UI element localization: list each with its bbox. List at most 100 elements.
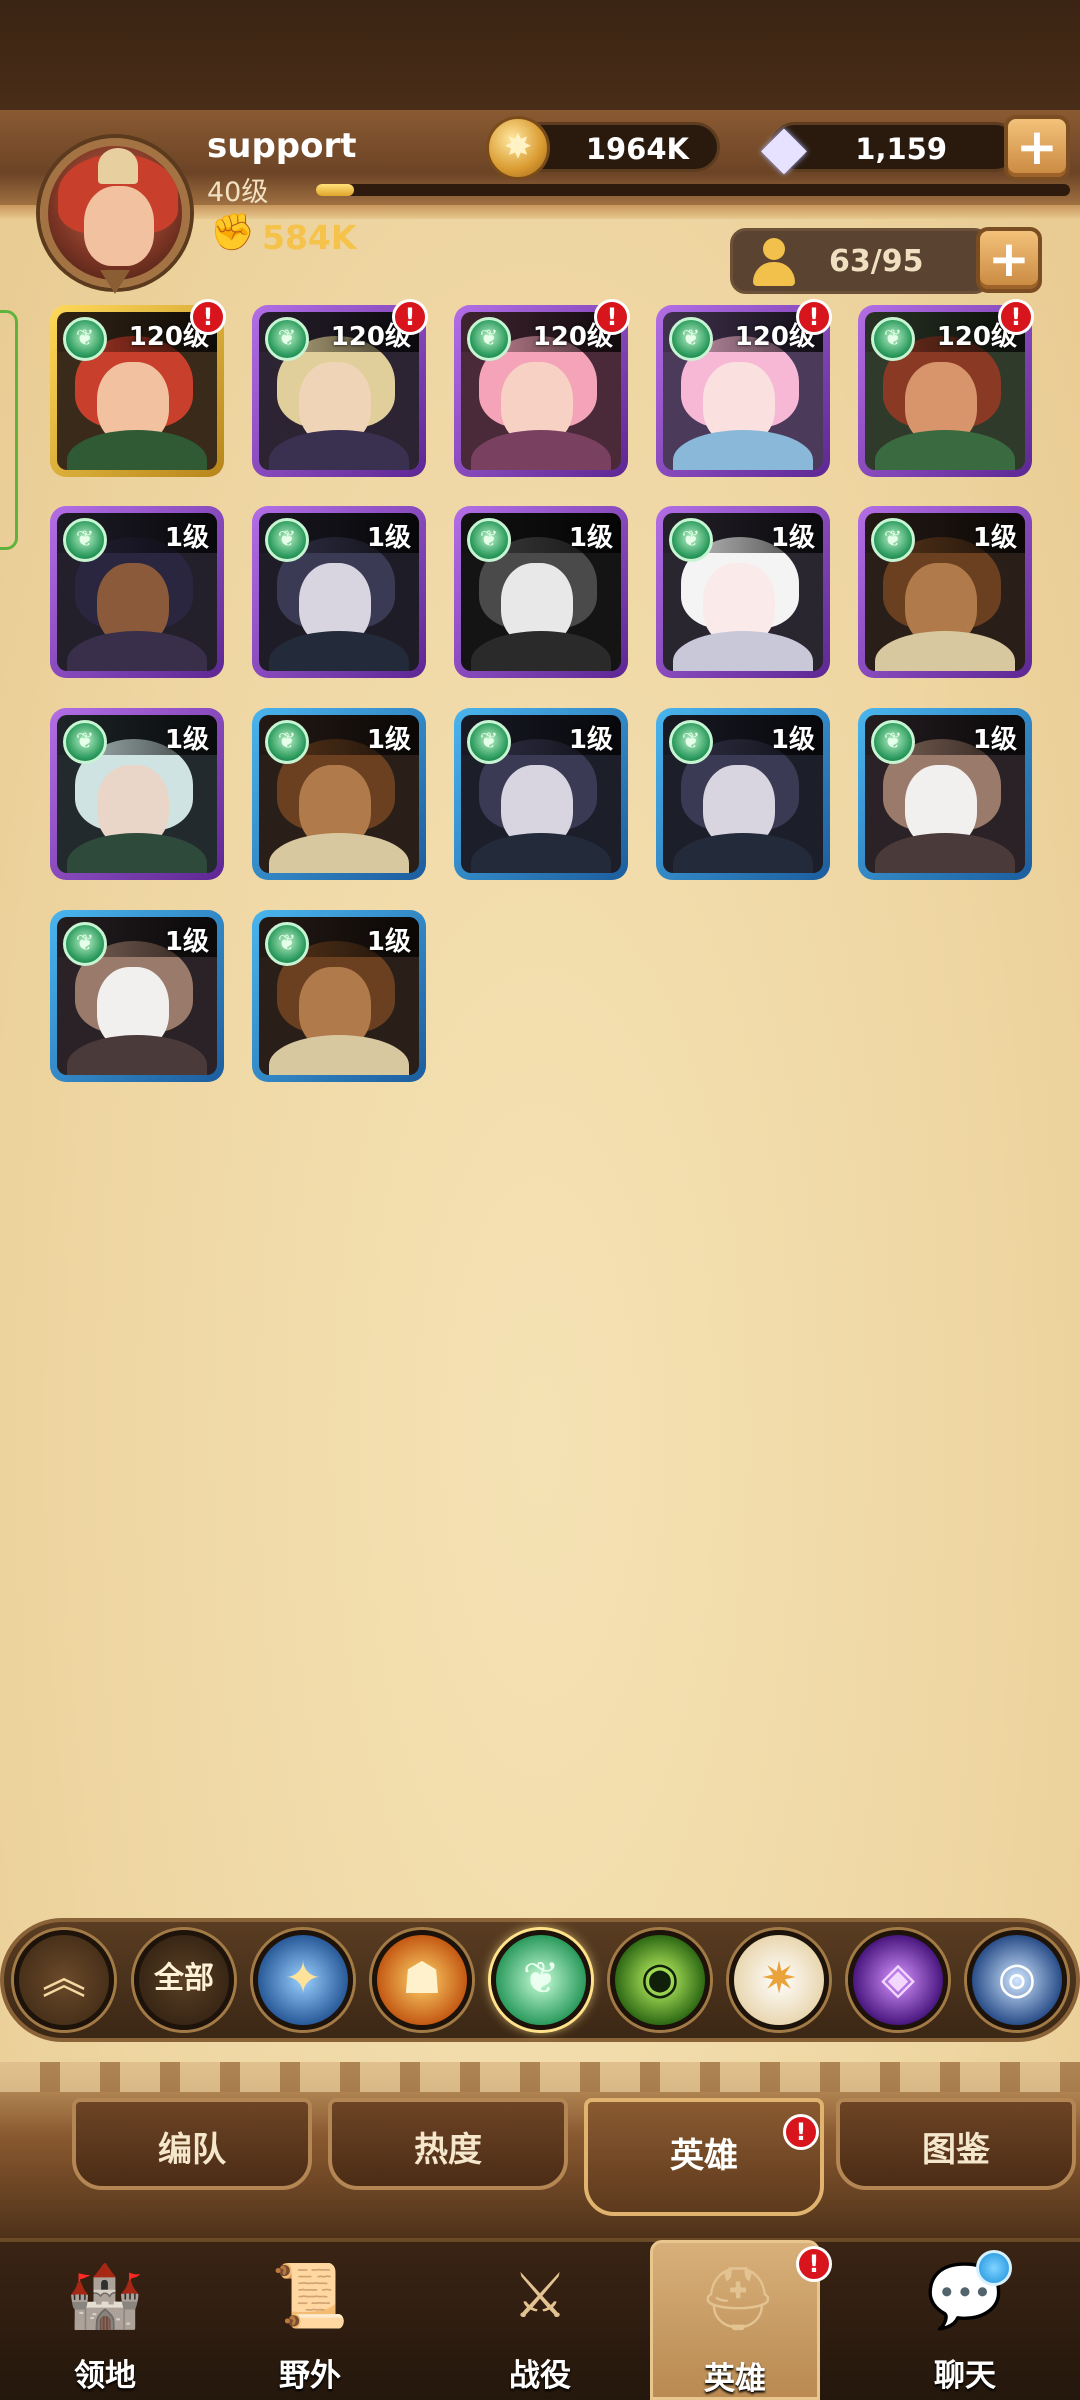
hero-level: 1级 (366, 725, 411, 755)
hero-card[interactable]: 1级 ❦ (50, 506, 224, 678)
nav-heroes-label: 英雄 (704, 2361, 766, 2397)
hero-body (67, 1035, 207, 1075)
tab-heroes-alert-badge: ! (783, 2114, 819, 2150)
tab-heroes[interactable]: 英雄 (584, 2098, 824, 2216)
nav-chat[interactable]: 💬 聊天 (880, 2240, 1050, 2400)
nav-campaign[interactable]: ⚔ 战役 (455, 2240, 625, 2400)
hero-portrait-frame: 1级 ❦ (57, 917, 217, 1075)
hero-portrait-frame: 1级 ❦ (259, 513, 419, 671)
hero-level: 1级 (568, 725, 613, 755)
combat-power: 584K (262, 218, 357, 257)
hero-card[interactable]: 1级 ❦ (50, 910, 224, 1082)
hero-card[interactable]: 1级 ❦ (858, 708, 1032, 880)
wilder-faction-icon: ❦ (871, 317, 915, 361)
nav-wilds[interactable]: 📜 野外 (225, 2240, 395, 2400)
wilder-faction-icon: ❦ (871, 518, 915, 562)
scroll-map-icon: 📜 (271, 2259, 349, 2332)
dimensional-faction-icon[interactable]: ◎ (967, 1930, 1067, 2030)
person-icon (751, 238, 795, 286)
hero-body (67, 833, 207, 873)
wilder-faction-icon: ❦ (63, 518, 107, 562)
hero-portrait-frame: 1级 ❦ (461, 513, 621, 671)
player-avatar[interactable] (40, 138, 190, 288)
hero-portrait-frame: 1级 ❦ (259, 917, 419, 1075)
hero-slots-value: 63/95 (829, 244, 924, 279)
avatar-wing-helm (98, 148, 138, 184)
hero-alert-badge: ! (796, 299, 832, 335)
hero-level: 1级 (770, 523, 815, 553)
tab-popularity[interactable]: 热度 (328, 2098, 568, 2190)
hero-slots-counter: 63/95 (730, 228, 990, 294)
expand-slots-button[interactable]: + (976, 227, 1042, 293)
player-level: 40级 (207, 177, 269, 208)
hero-card[interactable]: 1级 ❦ (454, 708, 628, 880)
hero-card[interactable]: 1级 ❦ (50, 708, 224, 880)
subtab-strip-edge (0, 2062, 1080, 2092)
hero-portrait-frame: 1级 ❦ (57, 513, 217, 671)
nav-chat-label: 聊天 (934, 2358, 996, 2394)
nav-heroes-alert-badge: ! (796, 2246, 832, 2282)
tab-formation-label: 编队 (158, 2130, 226, 2170)
helmet-icon: ⛑ (698, 2262, 778, 2335)
crossed-swords-icon: ⚔ (512, 2259, 568, 2332)
hero-body (875, 631, 1015, 671)
hero-body (471, 833, 611, 873)
fist-icon: ✊ (210, 212, 255, 253)
filter-all-label: 全部 (154, 1961, 214, 1996)
hero-level: 1级 (366, 927, 411, 957)
hero-card[interactable]: 1级 ❦ (252, 506, 426, 678)
hero-card[interactable]: 1级 ❦ (252, 910, 426, 1082)
hero-portrait-frame: 120级 ❦ (461, 312, 621, 470)
wilder-faction-icon: ❦ (265, 720, 309, 764)
buy-diamonds-button[interactable]: + (1004, 115, 1070, 181)
nav-campaign-label: 战役 (509, 2358, 571, 2394)
celestial-faction-icon[interactable]: ✷ (729, 1930, 829, 2030)
nav-territory[interactable]: 🏰 领地 (20, 2240, 190, 2400)
avatar-face (84, 186, 154, 266)
hero-portrait-frame: 120级 ❦ (663, 312, 823, 470)
hero-portrait-frame: 120级 ❦ (57, 312, 217, 470)
collapse-up-icon[interactable]: ︽ (14, 1930, 114, 2030)
diamond-icon: ◆ (760, 112, 808, 182)
hero-body (67, 631, 207, 671)
wilder-faction-icon[interactable]: ❦ (491, 1930, 591, 2030)
castle-icon: 🏰 (66, 2259, 144, 2332)
hero-portrait-frame: 1级 ❦ (663, 513, 823, 671)
hero-card[interactable]: 1级 ❦ (858, 506, 1032, 678)
nav-wilds-label: 野外 (279, 2358, 341, 2394)
tab-codex[interactable]: 图鉴 (836, 2098, 1076, 2190)
diamond-value: 1,159 (855, 132, 947, 166)
xp-bar-fill (316, 184, 354, 196)
mauler-faction-icon[interactable]: ☗ (372, 1930, 472, 2030)
hero-portrait-frame: 1级 ❦ (461, 715, 621, 873)
wilder-faction-icon: ❦ (265, 317, 309, 361)
graveborn-faction-icon[interactable]: ◉ (610, 1930, 710, 2030)
wilder-faction-icon: ❦ (467, 518, 511, 562)
tab-formation[interactable]: 编队 (72, 2098, 312, 2190)
nav-heroes[interactable]: ⛑ 英雄 (650, 2240, 820, 2400)
side-drawer-tab[interactable] (0, 310, 18, 550)
hero-level: 1级 (770, 725, 815, 755)
hero-body (67, 430, 207, 470)
hero-body (673, 430, 813, 470)
hero-body (269, 631, 409, 671)
hero-body (875, 833, 1015, 873)
hero-card[interactable]: 1级 ❦ (656, 708, 830, 880)
hero-portrait-frame: 1级 ❦ (865, 715, 1025, 873)
hero-card[interactable]: 1级 ❦ (454, 506, 628, 678)
hero-level: 1级 (164, 725, 209, 755)
tab-popularity-label: 热度 (414, 2130, 482, 2170)
hero-level: 1级 (164, 523, 209, 553)
hero-level: 1级 (972, 523, 1017, 553)
filter-all-button[interactable]: 全部 (134, 1930, 234, 2030)
wilder-faction-icon: ❦ (265, 922, 309, 966)
hero-body (673, 833, 813, 873)
hero-card[interactable]: 1级 ❦ (656, 506, 830, 678)
wilder-faction-icon: ❦ (669, 518, 713, 562)
hero-card[interactable]: 1级 ❦ (252, 708, 426, 880)
hero-portrait-frame: 120级 ❦ (259, 312, 419, 470)
lightbearer-faction-icon[interactable]: ✦ (253, 1930, 353, 2030)
hero-level: 1级 (164, 927, 209, 957)
hero-body (471, 631, 611, 671)
hypogean-faction-icon[interactable]: ◈ (848, 1930, 948, 2030)
